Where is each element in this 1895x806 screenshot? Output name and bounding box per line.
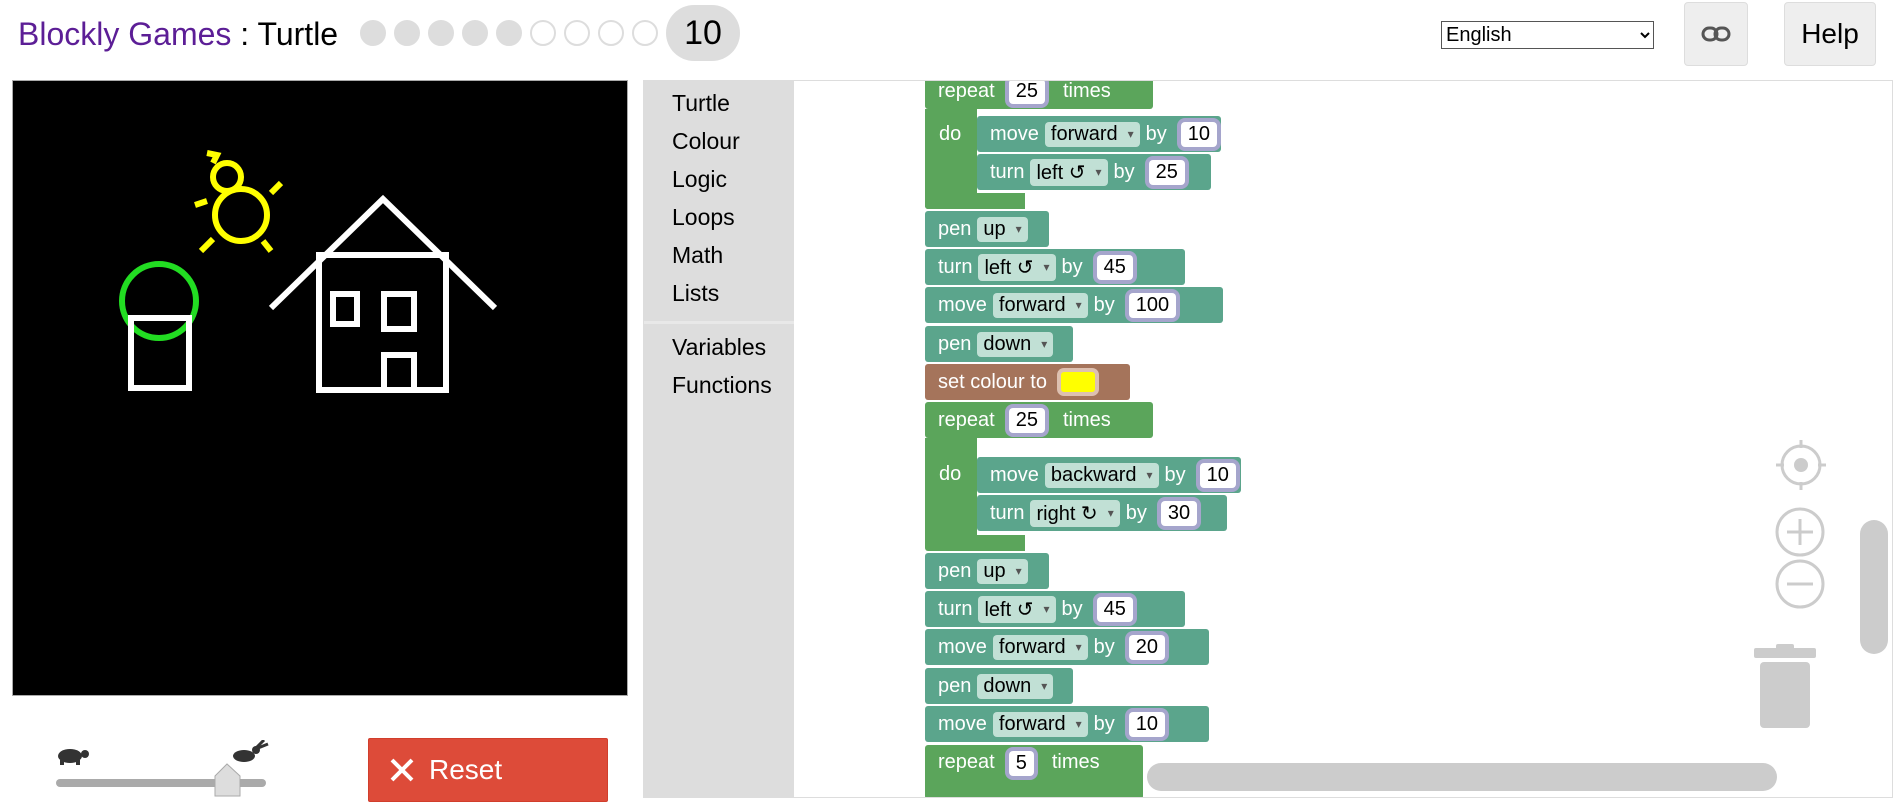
direction-dropdown[interactable]: forward <box>992 292 1088 318</box>
vertical-scrollbar[interactable] <box>1860 520 1888 654</box>
repeat-footer <box>925 193 1025 209</box>
toolbox-separator <box>644 321 794 324</box>
turn-block[interactable]: turnleft ↺by25 <box>977 154 1211 190</box>
turn-direction-dropdown[interactable]: left ↺ <box>978 595 1056 623</box>
slow-turtle-icon <box>58 749 89 765</box>
reset-label: Reset <box>429 754 503 785</box>
repeat-count[interactable]: 5 <box>1008 751 1034 776</box>
help-button[interactable]: Help <box>1784 2 1876 66</box>
angle-input[interactable]: 45 <box>1096 254 1133 280</box>
move-block[interactable]: moveforwardby20 <box>925 629 1209 665</box>
pen-block[interactable]: pen down <box>925 326 1073 362</box>
toolbox-category-loops[interactable]: Loops <box>672 202 735 232</box>
turn-direction-dropdown[interactable]: left ↺ <box>978 253 1056 281</box>
move-block[interactable]: moveforwardby10 <box>977 116 1221 152</box>
current-level-badge: 10 <box>666 5 740 61</box>
pen-state-dropdown[interactable]: up <box>977 558 1028 584</box>
do-label: do <box>939 123 962 145</box>
level-dot-7[interactable] <box>564 20 590 46</box>
recenter-icon[interactable] <box>1776 440 1826 490</box>
pen-state-dropdown[interactable]: up <box>977 216 1028 242</box>
angle-input[interactable]: 30 <box>1160 500 1198 526</box>
toolbox: Turtle Colour Logic Loops Math Lists Var… <box>644 81 794 797</box>
repeat-block[interactable]: repeat 25 times <box>925 81 1153 109</box>
direction-dropdown[interactable]: forward <box>992 634 1088 660</box>
distance-input[interactable]: 20 <box>1128 634 1166 660</box>
level-dot-5[interactable] <box>496 20 522 46</box>
angle-input[interactable]: 45 <box>1096 596 1133 622</box>
app-name-link[interactable]: Blockly Games <box>18 16 231 52</box>
page-title: Blockly Games : Turtle <box>18 14 338 54</box>
distance-input[interactable]: 10 <box>1128 711 1166 737</box>
speed-knob[interactable] <box>214 763 241 797</box>
turn-block[interactable]: turnright ↻by30 <box>977 495 1227 531</box>
level-progress <box>360 20 658 46</box>
level-dot-1[interactable] <box>360 20 386 46</box>
distance-input[interactable]: 10 <box>1199 462 1236 488</box>
speed-slider[interactable] <box>52 738 272 800</box>
repeat-block[interactable]: repeat 5 times <box>925 745 1143 797</box>
turtle-canvas <box>12 80 628 696</box>
repeat-count[interactable]: 25 <box>1008 407 1045 433</box>
turn-direction-dropdown[interactable]: left ↺ <box>1030 158 1108 186</box>
page-name: Turtle <box>257 16 339 52</box>
colour-swatch[interactable] <box>1060 372 1095 392</box>
zoom-out-icon[interactable] <box>1774 558 1826 610</box>
repeat-count[interactable]: 25 <box>1008 81 1045 104</box>
link-button[interactable] <box>1684 2 1748 66</box>
level-dot-6[interactable] <box>530 20 556 46</box>
link-icon <box>1701 26 1731 42</box>
toolbox-category-logic[interactable]: Logic <box>672 164 727 194</box>
toolbox-category-math[interactable]: Math <box>672 240 723 270</box>
turn-block[interactable]: turnleft ↺by45 <box>925 249 1185 285</box>
toolbox-category-variables[interactable]: Variables <box>672 332 766 362</box>
level-dot-9[interactable] <box>632 20 658 46</box>
turn-block[interactable]: turnleft ↺by45 <box>925 591 1185 627</box>
blockly-editor: Turtle Colour Logic Loops Math Lists Var… <box>643 80 1893 798</box>
reset-button[interactable]: Reset <box>368 738 608 802</box>
level-dot-3[interactable] <box>428 20 454 46</box>
level-dot-8[interactable] <box>598 20 624 46</box>
pen-block[interactable]: pen up <box>925 211 1049 247</box>
toolbox-category-functions[interactable]: Functions <box>672 370 772 400</box>
distance-input[interactable]: 10 <box>1180 121 1218 147</box>
toolbox-category-colour[interactable]: Colour <box>672 126 740 156</box>
close-icon <box>390 758 414 782</box>
pen-state-dropdown[interactable]: down <box>977 331 1054 357</box>
move-block[interactable]: moveforwardby100 <box>925 287 1223 323</box>
do-label: do <box>939 463 962 485</box>
zoom-in-icon[interactable] <box>1774 506 1826 558</box>
pen-state-dropdown[interactable]: down <box>977 673 1054 699</box>
turtle-icon <box>194 150 284 254</box>
toolbox-category-turtle[interactable]: Turtle <box>672 88 730 118</box>
direction-dropdown[interactable]: forward <box>992 711 1088 737</box>
direction-dropdown[interactable]: backward <box>1044 462 1159 488</box>
repeat-body <box>925 438 977 550</box>
pen-block[interactable]: pen down <box>925 668 1073 704</box>
toolbox-category-lists[interactable]: Lists <box>672 278 719 308</box>
language-select[interactable]: English <box>1441 21 1654 49</box>
horizontal-scrollbar[interactable] <box>1147 763 1777 791</box>
set-colour-block[interactable]: set colour to <box>925 364 1130 400</box>
angle-input[interactable]: 25 <box>1148 159 1185 185</box>
direction-dropdown[interactable]: forward <box>1044 121 1140 147</box>
repeat-block[interactable]: repeat 25 times <box>925 402 1153 438</box>
workspace[interactable]: repeat 25 times do moveforwardby10 turnl… <box>794 81 1892 797</box>
distance-input[interactable]: 100 <box>1128 292 1177 318</box>
pen-block[interactable]: pen up <box>925 553 1049 589</box>
move-block[interactable]: moveforwardby10 <box>925 706 1209 742</box>
turn-direction-dropdown[interactable]: right ↻ <box>1030 499 1120 527</box>
move-block[interactable]: movebackwardby10 <box>977 457 1241 493</box>
title-separator: : <box>231 16 258 52</box>
trash-icon[interactable] <box>1752 644 1818 730</box>
repeat-footer <box>925 535 1025 551</box>
turtle-drawing <box>119 150 498 393</box>
level-dot-2[interactable] <box>394 20 420 46</box>
level-dot-4[interactable] <box>462 20 488 46</box>
fast-rabbit-icon <box>233 738 269 762</box>
